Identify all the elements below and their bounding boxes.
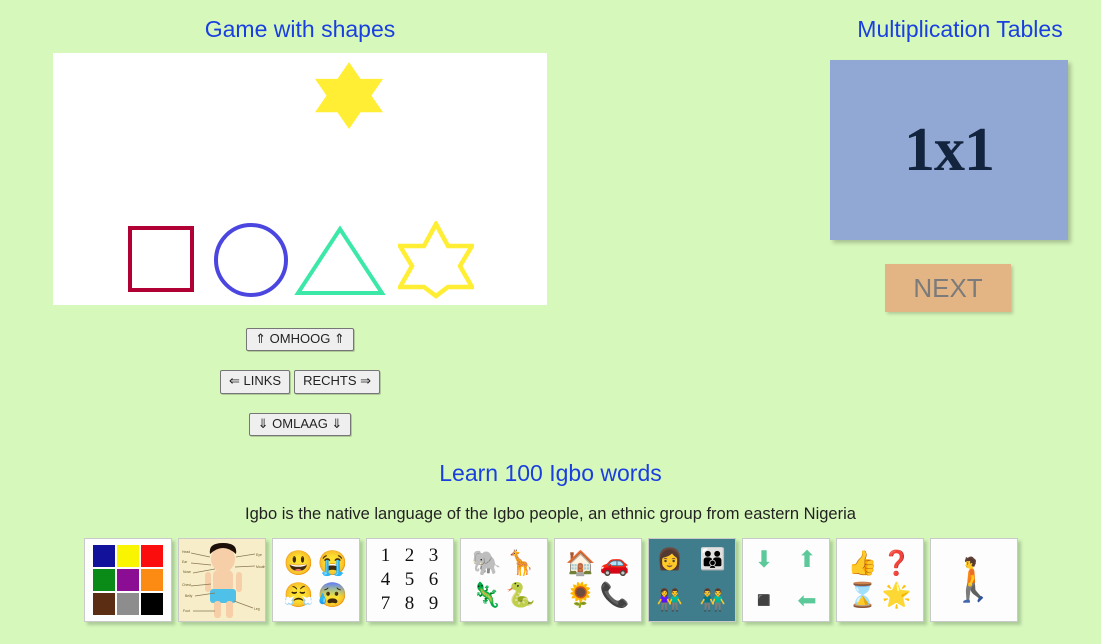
animals-icon: 🦒	[505, 550, 536, 577]
igbo-tile-adjectives[interactable]: 👍 ❓ ⌛ 🌟	[835, 538, 924, 622]
animals-icon: 🦎	[471, 582, 502, 609]
target-circle	[214, 223, 288, 297]
color-swatch	[92, 545, 115, 567]
move-left-button[interactable]: ⇐ LINKS	[219, 370, 291, 394]
feelings-icon: 😰	[317, 582, 348, 609]
number-cell: 1	[380, 545, 391, 566]
star-filled-icon	[315, 62, 383, 129]
body-diagram-image: Head Ear Nose Chest Belly Foot Eye Mouth Leg	[178, 539, 266, 621]
move-right-button[interactable]: RECHTS ⇒	[294, 370, 381, 394]
things-icon: 🏠	[565, 550, 596, 577]
number-cell: 2	[404, 545, 415, 566]
animals-icon: 🐘	[471, 550, 502, 577]
feelings-icon: 😃	[283, 550, 314, 577]
control-row-horizontal: ⇐ LINKS RECHTS ⇒	[0, 370, 600, 394]
color-swatch	[92, 593, 115, 615]
person-icon: 👪	[699, 547, 727, 571]
svg-text:Head: Head	[182, 550, 190, 554]
adjectives-icon: 🌟	[881, 582, 912, 609]
color-swatch	[140, 593, 163, 615]
igbo-tile-things[interactable]: 🏠 🚗 🌻 📞	[553, 538, 642, 622]
number-cell: 8	[404, 593, 415, 614]
number-cell: 5	[404, 569, 415, 590]
direction-icon: ◾	[749, 587, 779, 613]
svg-text:Eye: Eye	[256, 553, 262, 557]
next-button[interactable]: NEXT	[885, 264, 1011, 312]
igbo-category-tiles: Head Ear Nose Chest Belly Foot Eye Mouth Leg 😃 😭 😤 😰…	[0, 538, 1101, 622]
igbo-tile-colors[interactable]	[83, 538, 172, 622]
walking-person-icon: 🚶	[947, 556, 1000, 603]
svg-text:Ear: Ear	[182, 560, 188, 564]
adjectives-icon: ❓	[881, 550, 912, 577]
igbo-tile-verbs[interactable]: 🚶	[929, 538, 1018, 622]
animals-icon: 🐍	[505, 582, 536, 609]
svg-text:Leg: Leg	[254, 607, 260, 611]
igbo-tile-body-parts[interactable]: Head Ear Nose Chest Belly Foot Eye Mouth Leg	[177, 538, 266, 622]
color-swatch	[92, 569, 115, 591]
color-swatch-grid	[92, 545, 163, 615]
direction-controls: ⇑ OMHOOG ⇑ ⇐ LINKS RECHTS ⇒ ⇓ OMLAAG ⇓	[0, 328, 600, 455]
person-icon: 👫	[656, 588, 684, 612]
multiplication-expression: 1x1	[904, 115, 995, 184]
number-cell: 7	[380, 593, 391, 614]
feelings-icon: 😤	[283, 582, 314, 609]
shapes-game-title: Game with shapes	[204, 16, 396, 42]
person-icon: 👩	[656, 547, 684, 571]
adjectives-glyph-grid: 👍 ❓ ⌛ 🌟	[846, 548, 914, 612]
shapes-game-canvas[interactable]	[53, 53, 547, 305]
svg-text:Belly: Belly	[185, 594, 193, 598]
target-star	[398, 221, 474, 299]
color-swatch	[140, 569, 163, 591]
direction-icon: ⬅	[797, 587, 817, 613]
person-icon: 👬	[699, 588, 727, 612]
igbo-section: Learn 100 Igbo words Igbo is the native …	[0, 462, 1101, 622]
color-swatch	[116, 569, 139, 591]
adjectives-icon: ⌛	[847, 582, 878, 609]
feelings-glyph-grid: 😃 😭 😤 😰	[282, 548, 350, 612]
things-icon: 📞	[599, 582, 630, 609]
svg-text:Mouth: Mouth	[256, 565, 266, 569]
things-icon: 🌻	[565, 582, 596, 609]
move-down-button[interactable]: ⇓ OMLAAG ⇓	[248, 412, 352, 436]
number-cell: 6	[428, 569, 439, 590]
number-cell: 4	[380, 569, 391, 590]
svg-text:Foot: Foot	[183, 609, 190, 613]
multiplication-title: Multiplication Tables	[857, 16, 1063, 42]
igbo-title: Learn 100 Igbo words	[439, 460, 662, 486]
control-row-up: ⇑ OMHOOG ⇑	[0, 328, 600, 352]
move-up-button[interactable]: ⇑ OMHOOG ⇑	[246, 328, 354, 352]
shapes-game-panel: Game with shapes ⇑ OMHOOG ⇑ ⇐ LINKS RECH…	[0, 16, 600, 436]
target-square	[128, 226, 194, 292]
multiplication-panel: Multiplication Tables 1x1 NEXT	[830, 18, 1090, 312]
color-swatch	[140, 545, 163, 567]
svg-text:Chest: Chest	[182, 583, 191, 587]
control-row-down: ⇓ OMLAAG ⇓	[0, 412, 600, 436]
direction-icon: ⬆	[797, 546, 817, 572]
target-triangle	[294, 225, 386, 295]
preposition-icon-grid: ⬇ ⬆ ◾ ⬅	[743, 539, 829, 621]
igbo-subtitle: Igbo is the native language of the Igbo …	[245, 505, 856, 523]
svg-text:Nose: Nose	[183, 570, 191, 574]
number-grid: 123 456 789	[374, 544, 446, 616]
people-pictogram-grid: 👩 👪 👫 👬	[648, 539, 735, 621]
igbo-tile-numbers[interactable]: 123 456 789	[365, 538, 454, 622]
igbo-tile-feelings[interactable]: 😃 😭 😤 😰	[271, 538, 360, 622]
feelings-icon: 😭	[317, 550, 348, 577]
animals-glyph-grid: 🐘 🦒 🦎 🐍	[470, 548, 538, 612]
number-cell: 9	[428, 593, 439, 614]
direction-icon: ⬇	[754, 546, 774, 572]
things-glyph-grid: 🏠 🚗 🌻 📞	[564, 548, 632, 612]
number-cell: 3	[428, 545, 439, 566]
igbo-tile-people[interactable]: 👩 👪 👫 👬	[647, 538, 736, 622]
multiplication-board[interactable]: 1x1	[830, 60, 1068, 240]
color-swatch	[116, 545, 139, 567]
color-swatch	[116, 593, 139, 615]
igbo-tile-animals[interactable]: 🐘 🦒 🦎 🐍	[459, 538, 548, 622]
igbo-tile-positions[interactable]: ⬇ ⬆ ◾ ⬅	[741, 538, 830, 622]
things-icon: 🚗	[599, 550, 630, 577]
adjectives-icon: 👍	[847, 550, 878, 577]
